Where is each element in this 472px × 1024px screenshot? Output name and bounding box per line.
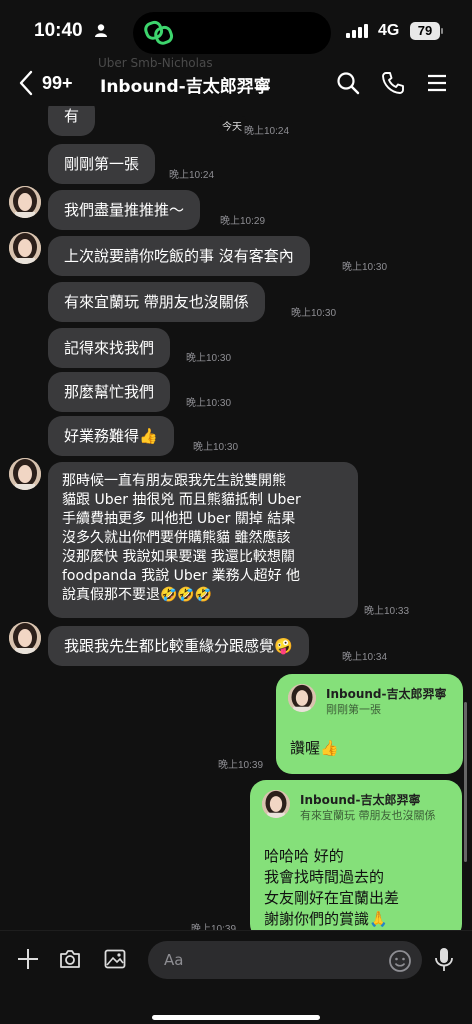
- message-time: 晚上10:30: [186, 353, 232, 364]
- status-bar: 10:40 4G 79: [0, 0, 472, 62]
- avatar-portrait-icon: [288, 684, 316, 712]
- unread-count[interactable]: 99+: [42, 73, 73, 94]
- image-icon[interactable]: [103, 947, 127, 971]
- avatar-portrait-icon: [9, 458, 41, 490]
- phone-icon[interactable]: [381, 71, 405, 95]
- message-time: 晚上10:30: [291, 308, 337, 319]
- message-time: 晚上10:33: [364, 606, 410, 617]
- outgoing-text: 哈哈哈 好的 我會找時間過去的 女友剛好在宜蘭出差 謝謝你們的賞識🙏: [264, 847, 400, 928]
- message-bubble[interactable]: 有來宜蘭玩 帶朋友也沒關係: [48, 282, 265, 322]
- home-indicator: [152, 1015, 320, 1020]
- avatar[interactable]: [9, 458, 41, 490]
- message-input[interactable]: [148, 941, 422, 979]
- avatar-portrait-icon: [262, 790, 290, 818]
- quote-avatar: [288, 684, 316, 712]
- emoji-icon[interactable]: [388, 949, 412, 973]
- outgoing-message-bubble[interactable]: Inbound-吉太郎羿寧 剛剛第一張 讚喔👍: [276, 674, 463, 774]
- message-bubble[interactable]: 那麼幫忙我們: [48, 372, 171, 412]
- message-bubble[interactable]: 有: [48, 106, 96, 136]
- message-bubble[interactable]: 好業務難得👍: [48, 416, 174, 456]
- faded-previous-name: Uber Smb-Nicholas: [98, 56, 213, 70]
- chat-title: Inbound-吉太郎羿寧: [100, 77, 271, 97]
- quote-sender: Inbound-吉太郎羿寧: [326, 687, 447, 701]
- message-bubble[interactable]: 記得來找我們: [48, 328, 171, 368]
- camera-icon[interactable]: [58, 947, 82, 971]
- avatar-portrait-icon: [9, 232, 41, 264]
- search-icon[interactable]: [336, 71, 360, 95]
- avatar-portrait-icon: [9, 186, 41, 218]
- composer-bar: [0, 930, 472, 1024]
- message-time: 晚上10:30: [186, 398, 232, 409]
- battery-cap: [441, 28, 443, 34]
- quote-text: 剛剛第一張: [326, 703, 381, 716]
- date-separator: 今天: [218, 116, 246, 135]
- message-time: 晚上10:29: [220, 216, 266, 227]
- back-chevron-icon[interactable]: [18, 70, 34, 96]
- message-time: 晚上10:34: [342, 652, 388, 663]
- message-bubble[interactable]: 上次說要請你吃飯的事 沒有客套內: [48, 236, 310, 276]
- avatar[interactable]: [9, 622, 41, 654]
- quote-sender: Inbound-吉太郎羿寧: [300, 793, 421, 807]
- network-type: 4G: [378, 22, 400, 39]
- message-bubble[interactable]: 剛剛第一張: [48, 144, 156, 184]
- plus-icon[interactable]: [16, 947, 40, 971]
- message-bubble[interactable]: 我們盡量推推推～: [48, 190, 201, 230]
- battery-indicator: 79: [410, 22, 440, 40]
- quote-avatar: [262, 790, 290, 818]
- person-icon: [95, 24, 107, 37]
- message-time: 晚上10:30: [193, 442, 239, 453]
- avatar[interactable]: [9, 232, 41, 264]
- avatar[interactable]: [9, 186, 41, 218]
- microphone-icon[interactable]: [434, 947, 454, 973]
- signal-icon: [346, 24, 368, 38]
- chat-header: Uber Smb-Nicholas 99+ Inbound-吉太郎羿寧: [0, 56, 472, 106]
- message-time: 晚上10:24: [169, 170, 215, 181]
- avatar-portrait-icon: [9, 622, 41, 654]
- message-time: 晚上10:39: [218, 760, 264, 771]
- message-bubble[interactable]: 那時候一直有朋友跟我先生說雙開熊 貓跟 Uber 抽很兇 而且熊貓抵制 Uber…: [48, 462, 358, 618]
- outgoing-text: 讚喔👍: [290, 739, 339, 757]
- scrollbar[interactable]: [464, 702, 467, 862]
- message-list[interactable]: 有 今天 晚上10:24 剛剛第一張 晚上10:24 我們盡量推推推～ 晚上10…: [0, 106, 472, 930]
- link-icon: [144, 20, 174, 45]
- message-bubble[interactable]: 我跟我先生都比較重緣分跟感覺🤪: [48, 626, 309, 666]
- dynamic-island: [133, 12, 331, 54]
- outgoing-message-bubble[interactable]: Inbound-吉太郎羿寧 有來宜蘭玩 帶朋友也沒關係 哈哈哈 好的 我會找時間…: [250, 780, 462, 930]
- message-time: 晚上10:39: [191, 924, 237, 930]
- menu-icon[interactable]: [426, 71, 448, 95]
- status-time: 10:40: [34, 20, 83, 41]
- message-time: 晚上10:30: [342, 262, 388, 273]
- message-time: 晚上10:24: [244, 126, 290, 137]
- quote-text: 有來宜蘭玩 帶朋友也沒關係: [300, 809, 436, 822]
